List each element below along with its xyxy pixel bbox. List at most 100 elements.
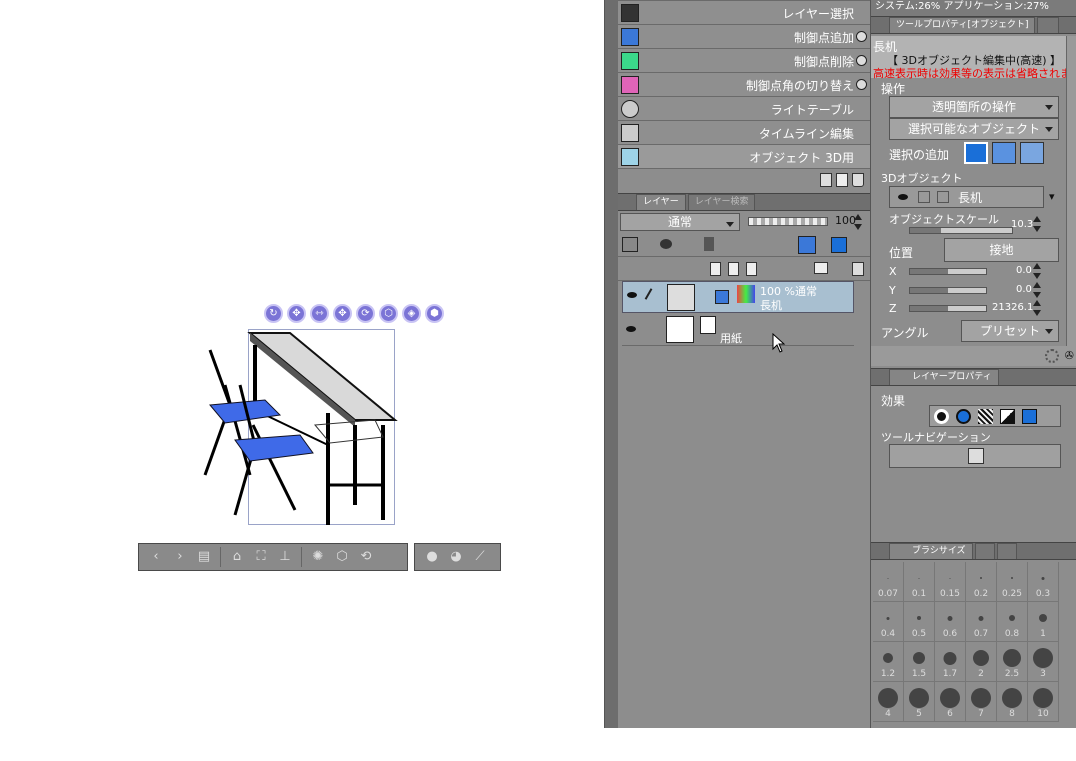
layer-row-paper[interactable]: 用紙 <box>622 314 854 346</box>
ground-icon[interactable]: ⊥ <box>274 546 296 568</box>
draft-layer-icon[interactable] <box>798 236 816 254</box>
brush-size-cell[interactable]: 0.07 <box>873 562 904 602</box>
magnify-icon[interactable] <box>856 79 867 90</box>
reset-pose-icon[interactable]: ✺ <box>307 546 329 568</box>
brush-size-cell[interactable]: 1.7 <box>935 642 966 682</box>
ground-button[interactable]: 接地 <box>944 238 1059 262</box>
pen-icon[interactable] <box>644 288 660 304</box>
tool-item-object-3d[interactable]: オブジェクト 3D用 <box>618 145 870 169</box>
tab-subview[interactable] <box>1037 17 1060 33</box>
blend-mode-select[interactable]: 通常 <box>620 213 740 231</box>
brush-size-cell[interactable]: 4 <box>873 682 904 722</box>
selection-add-icon[interactable] <box>992 142 1016 164</box>
brush-size-cell[interactable]: 2 <box>966 642 997 682</box>
object-move-icon[interactable]: ✥ <box>333 303 352 323</box>
canvas-area[interactable]: ↻ ✥ ⇿ ✥ ⟳ ⬡ ◈ ⬢ ‹ › ▤ ⌂ ⛶ ⊥ ✺ ⬡ ⟲ ● ◕ ⟋ <box>0 0 604 728</box>
object-rotate-icon[interactable]: ⟳ <box>356 303 375 323</box>
tab-alt-1[interactable] <box>974 543 995 559</box>
layer-color-icon[interactable] <box>1000 409 1015 424</box>
scale-slider[interactable] <box>909 227 1013 234</box>
bone-icon[interactable]: ⟋ <box>469 546 491 568</box>
extract-line-icon[interactable] <box>956 409 971 424</box>
trash-icon[interactable] <box>852 173 864 187</box>
brush-size-cell[interactable]: 0.15 <box>935 562 966 602</box>
tab-tool-property[interactable]: ツールプロパティ[オブジェクト] <box>889 17 1036 33</box>
3d-gizmo-bar[interactable]: ↻ ✥ ⇿ ✥ ⟳ ⬡ ◈ ⬢ <box>264 302 458 324</box>
brush-size-cell[interactable]: 0.25 <box>997 562 1028 602</box>
brush-size-cell[interactable]: 1.5 <box>904 642 935 682</box>
lock-icon[interactable] <box>704 237 714 251</box>
magnify-icon[interactable] <box>856 55 867 66</box>
camera-rotate-icon[interactable]: ↻ <box>264 303 283 323</box>
brush-size-cell[interactable]: 0.3 <box>1028 562 1059 602</box>
rotate-icon[interactable]: ⟲ <box>355 546 377 568</box>
new-raster-layer-icon[interactable] <box>710 262 721 276</box>
clip-icon[interactable] <box>660 239 672 249</box>
tab-brush-size[interactable]: ブラシサイズ <box>889 543 973 559</box>
magnify-icon[interactable] <box>856 31 867 42</box>
eye-icon[interactable] <box>627 292 637 298</box>
tool-item-delete-point[interactable]: 制御点削除 <box>618 49 870 73</box>
tool-item-add-point[interactable]: 制御点追加 <box>618 25 870 49</box>
opacity-slider[interactable] <box>748 217 828 226</box>
brush-size-cell[interactable]: 0.2 <box>966 562 997 602</box>
new-folder-icon[interactable] <box>746 262 757 276</box>
fit-icon[interactable]: ⛶ <box>250 546 272 568</box>
brush-size-cell[interactable]: 0.7 <box>966 602 997 642</box>
brush-size-cell[interactable]: 0.1 <box>904 562 935 602</box>
brush-size-cell[interactable]: 2.5 <box>997 642 1028 682</box>
layer-row-desk[interactable]: 100 %通常 長机 <box>622 281 854 313</box>
tool-item-toggle-corner[interactable]: 制御点角の切り替え <box>618 73 870 97</box>
selection-new-icon[interactable] <box>964 142 988 164</box>
tool-nav-button[interactable] <box>889 444 1061 468</box>
brush-size-cell[interactable]: 8 <box>997 682 1028 722</box>
panel-divider[interactable] <box>604 0 618 728</box>
camera-icon[interactable]: ⌂ <box>226 546 248 568</box>
property-scrollbar[interactable] <box>1066 36 1076 346</box>
layer-color-icon[interactable] <box>622 237 638 252</box>
checkbox-icon[interactable] <box>937 191 949 203</box>
tab-layer[interactable]: レイヤー <box>636 194 686 210</box>
object-scale-icon[interactable]: ⬢ <box>425 303 444 323</box>
brush-size-cell[interactable]: 5 <box>904 682 935 722</box>
prev-icon[interactable]: ‹ <box>145 546 167 568</box>
object-pan-icon[interactable]: ◈ <box>402 303 421 323</box>
object-item-row[interactable]: 長机 <box>889 186 1044 208</box>
brush-size-cell[interactable]: 7 <box>966 682 997 722</box>
brush-size-cell[interactable]: 0.4 <box>873 602 904 642</box>
preset-select[interactable]: プリセット <box>961 320 1059 342</box>
tab-layer-property[interactable]: レイヤープロパティ <box>889 369 999 385</box>
object-dropdown-icon[interactable]: ▾ <box>1049 190 1061 204</box>
wrench-icon[interactable]: ✇ <box>1065 349 1074 362</box>
material-list-icon[interactable]: ▤ <box>193 546 215 568</box>
mask-icon[interactable] <box>814 262 828 274</box>
eye-icon[interactable] <box>898 194 908 200</box>
x-slider[interactable] <box>909 268 987 275</box>
border-effect-icon[interactable] <box>934 409 949 424</box>
new-subtool-icon[interactable] <box>836 173 848 187</box>
z-spinner[interactable] <box>1033 299 1041 317</box>
brush-size-cell[interactable]: 0.5 <box>904 602 935 642</box>
brush-size-cell[interactable]: 10 <box>1028 682 1059 722</box>
brush-size-cell[interactable]: 0.8 <box>997 602 1028 642</box>
scale-spinner[interactable] <box>1033 215 1041 233</box>
light-icon[interactable]: ● <box>421 546 443 568</box>
tool-item-light-table[interactable]: ライトテーブル <box>618 97 870 121</box>
selectable-object-select[interactable]: 選択可能なオブジェクト <box>889 118 1059 140</box>
reference-layer-icon[interactable] <box>831 237 847 253</box>
tool-item-layer-select[interactable]: レイヤー選択 <box>618 1 870 25</box>
tab-alt-2[interactable] <box>996 543 1017 559</box>
tool-item-timeline-edit[interactable]: タイムライン編集 <box>618 121 870 145</box>
brush-size-cell[interactable]: 1 <box>1028 602 1059 642</box>
register-icon[interactable]: ⬡ <box>331 546 353 568</box>
brush-size-cell[interactable]: 3 <box>1028 642 1059 682</box>
z-slider[interactable] <box>909 305 987 312</box>
y-spinner[interactable] <box>1033 281 1041 299</box>
camera-dolly-icon[interactable]: ⇿ <box>310 303 329 323</box>
new-vector-layer-icon[interactable] <box>728 262 739 276</box>
x-spinner[interactable] <box>1033 262 1041 280</box>
color-mix-icon[interactable] <box>1022 409 1037 424</box>
delete-layer-icon[interactable] <box>852 262 864 276</box>
next-icon[interactable]: › <box>169 546 191 568</box>
brush-size-cell[interactable]: 6 <box>935 682 966 722</box>
